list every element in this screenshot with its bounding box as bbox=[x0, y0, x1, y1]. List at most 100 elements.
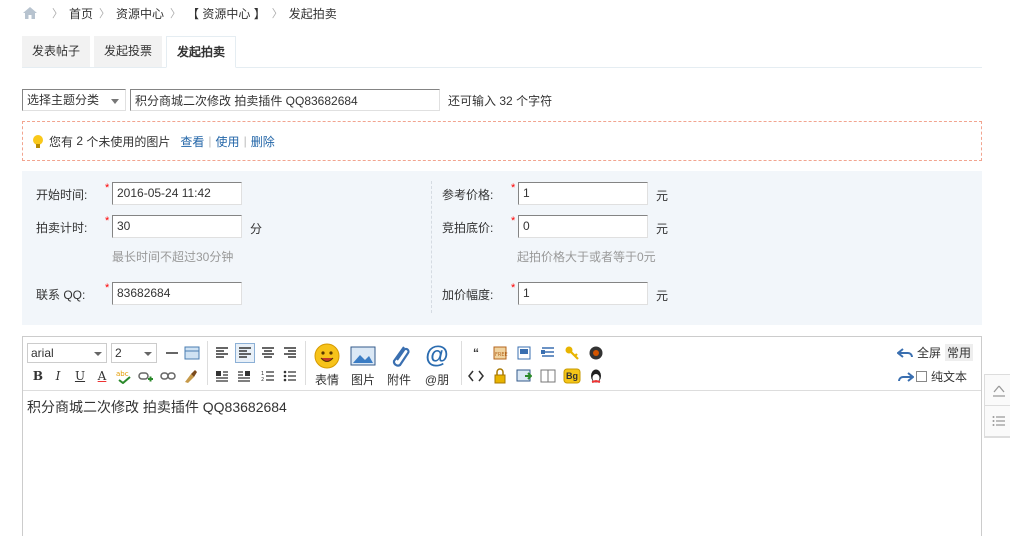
duration-input[interactable]: 30 bbox=[112, 215, 242, 238]
plaintext-control[interactable]: 纯文本 bbox=[897, 368, 967, 385]
category-select[interactable]: 选择主题分类 bbox=[22, 89, 126, 111]
download-image-icon[interactable] bbox=[515, 367, 533, 385]
start-time-row: 开始时间: * 2016-05-24 11:42 bbox=[22, 182, 242, 205]
font-size-value: 2 bbox=[115, 346, 122, 360]
tab-new-poll[interactable]: 发起投票 bbox=[94, 36, 163, 67]
breadcrumb-separator: 〉 bbox=[170, 8, 182, 20]
breadcrumb-home[interactable]: 首页 bbox=[69, 5, 93, 22]
breadcrumb-resource-center[interactable]: 资源中心 bbox=[116, 5, 164, 22]
background-icon[interactable]: Bg bbox=[563, 367, 581, 385]
align-right-icon[interactable] bbox=[281, 344, 299, 362]
plaintext-checkbox[interactable] bbox=[915, 371, 927, 382]
char-remaining-hint: 还可输入 32 个字符 bbox=[448, 92, 552, 109]
qq-label: 联系 QQ: bbox=[36, 288, 86, 302]
clear-format-icon[interactable] bbox=[181, 367, 199, 385]
columns-icon[interactable] bbox=[539, 367, 557, 385]
delete-images-link[interactable]: 删除 bbox=[251, 133, 275, 150]
italic-button[interactable]: I bbox=[49, 367, 67, 385]
ref-price-row: 参考价格: * 1 元 bbox=[428, 182, 668, 205]
lightbulb-icon bbox=[33, 134, 43, 148]
qq-input[interactable]: 83682684 bbox=[112, 282, 242, 305]
attachment-button[interactable]: 附件 bbox=[381, 343, 417, 388]
breadcrumb-forum[interactable]: 【 资源中心 】 bbox=[187, 5, 266, 22]
free-icon[interactable]: FREE bbox=[491, 344, 509, 362]
increment-input[interactable]: 1 bbox=[518, 282, 648, 305]
spellcheck-icon[interactable]: abc bbox=[115, 367, 133, 385]
breadcrumb-separator: 〉 bbox=[271, 8, 283, 20]
image-label: 图片 bbox=[350, 373, 375, 387]
breadcrumb-current: 发起拍卖 bbox=[288, 6, 337, 21]
mention-label: @朋 bbox=[424, 373, 450, 387]
image-button[interactable]: 图片 bbox=[345, 343, 381, 388]
back-to-top-icon[interactable] bbox=[985, 375, 1010, 406]
editor-content[interactable]: 积分商城二次修改 拍卖插件 QQ83682684 bbox=[23, 391, 981, 423]
unused-image-notice: 您有 2 个未使用的图片 查看 | 使用 | 删除 bbox=[22, 121, 982, 161]
page-break-icon[interactable] bbox=[539, 344, 557, 362]
link-icon[interactable] bbox=[137, 367, 155, 385]
chevron-down-icon bbox=[144, 352, 152, 356]
attachment-label: 附件 bbox=[386, 373, 411, 387]
fullscreen-label[interactable]: 全屏 bbox=[917, 344, 941, 361]
font-size-select[interactable]: 2 bbox=[111, 343, 157, 363]
qq-icon[interactable] bbox=[587, 367, 605, 385]
reserve-price-input[interactable]: 0 bbox=[518, 215, 648, 238]
svg-text:abc: abc bbox=[116, 370, 129, 378]
quote-icon[interactable]: “ bbox=[467, 344, 485, 362]
align-center-icon[interactable] bbox=[259, 344, 277, 362]
duration-row: 拍卖计时: * 30 分 bbox=[22, 215, 262, 238]
bold-button[interactable]: B bbox=[29, 367, 47, 385]
float-right-icon[interactable] bbox=[235, 367, 253, 385]
tab-new-auction[interactable]: 发起拍卖 bbox=[166, 36, 237, 68]
emoji-button[interactable]: 表情 bbox=[309, 343, 345, 388]
home-icon[interactable] bbox=[22, 6, 38, 20]
unordered-list-icon[interactable] bbox=[281, 367, 299, 385]
subject-row: 选择主题分类 还可输入 32 个字符 bbox=[22, 88, 552, 112]
required-mark: * bbox=[511, 282, 516, 294]
tab-new-post[interactable]: 发表帖子 bbox=[22, 36, 91, 67]
reserve-price-label: 竞拍底价: bbox=[442, 221, 494, 235]
chevron-down-icon bbox=[94, 352, 102, 356]
use-images-link[interactable]: 使用 bbox=[216, 133, 240, 150]
table-icon[interactable] bbox=[183, 344, 201, 362]
hide-content-icon[interactable] bbox=[515, 344, 533, 362]
paperclip-icon bbox=[386, 343, 412, 369]
key-icon[interactable] bbox=[563, 344, 581, 362]
start-time-input[interactable]: 2016-05-24 11:42 bbox=[112, 182, 242, 205]
code-icon[interactable] bbox=[467, 367, 485, 385]
title-input[interactable] bbox=[130, 89, 440, 111]
align-justify-icon[interactable] bbox=[235, 343, 255, 363]
auction-form: 开始时间: * 2016-05-24 11:42 拍卖计时: * 30 分 最长… bbox=[22, 171, 982, 325]
editor-toolbar: arial 2 B I U A abc 1 2 表情 图片 附件 @ @朋 “ … bbox=[23, 337, 981, 391]
font-family-value: arial bbox=[31, 346, 54, 360]
fullscreen-control[interactable]: 全屏 常用 bbox=[896, 344, 973, 361]
list-icon[interactable] bbox=[985, 406, 1010, 437]
font-family-select[interactable]: arial bbox=[27, 343, 107, 363]
ordered-list-icon[interactable]: 12 bbox=[259, 367, 277, 385]
view-images-link[interactable]: 查看 bbox=[180, 133, 204, 150]
required-mark: * bbox=[105, 282, 110, 294]
breadcrumb-separator: 〉 bbox=[99, 8, 111, 20]
duration-unit: 分 bbox=[250, 222, 263, 236]
common-label[interactable]: 常用 bbox=[944, 344, 973, 361]
post-type-tabs: 发表帖子 发起投票 发起拍卖 bbox=[22, 36, 982, 68]
unlink-icon[interactable] bbox=[159, 367, 177, 385]
required-mark: * bbox=[511, 215, 516, 227]
reserve-price-unit: 元 bbox=[656, 222, 669, 236]
smiley-icon bbox=[314, 343, 340, 369]
lock-icon[interactable] bbox=[491, 367, 509, 385]
mention-button[interactable]: @ @朋 bbox=[419, 343, 455, 388]
increment-row: 加价幅度: * 1 元 bbox=[428, 282, 668, 305]
ref-price-input[interactable]: 1 bbox=[518, 182, 648, 205]
category-select-value: 选择主题分类 bbox=[27, 93, 100, 107]
underline-button[interactable]: U bbox=[71, 367, 89, 385]
align-left-icon[interactable] bbox=[213, 344, 231, 362]
link-divider: | bbox=[243, 134, 247, 148]
breadcrumb-separator: 〉 bbox=[52, 8, 63, 20]
font-color-button[interactable]: A bbox=[93, 367, 111, 385]
duration-hint: 最长时间不超过30分钟 bbox=[112, 250, 234, 264]
flash-icon[interactable] bbox=[587, 344, 605, 362]
float-left-icon[interactable] bbox=[213, 367, 231, 385]
horizontal-rule-icon[interactable] bbox=[163, 344, 181, 362]
start-time-label: 开始时间: bbox=[36, 188, 88, 202]
required-mark: * bbox=[105, 215, 110, 227]
